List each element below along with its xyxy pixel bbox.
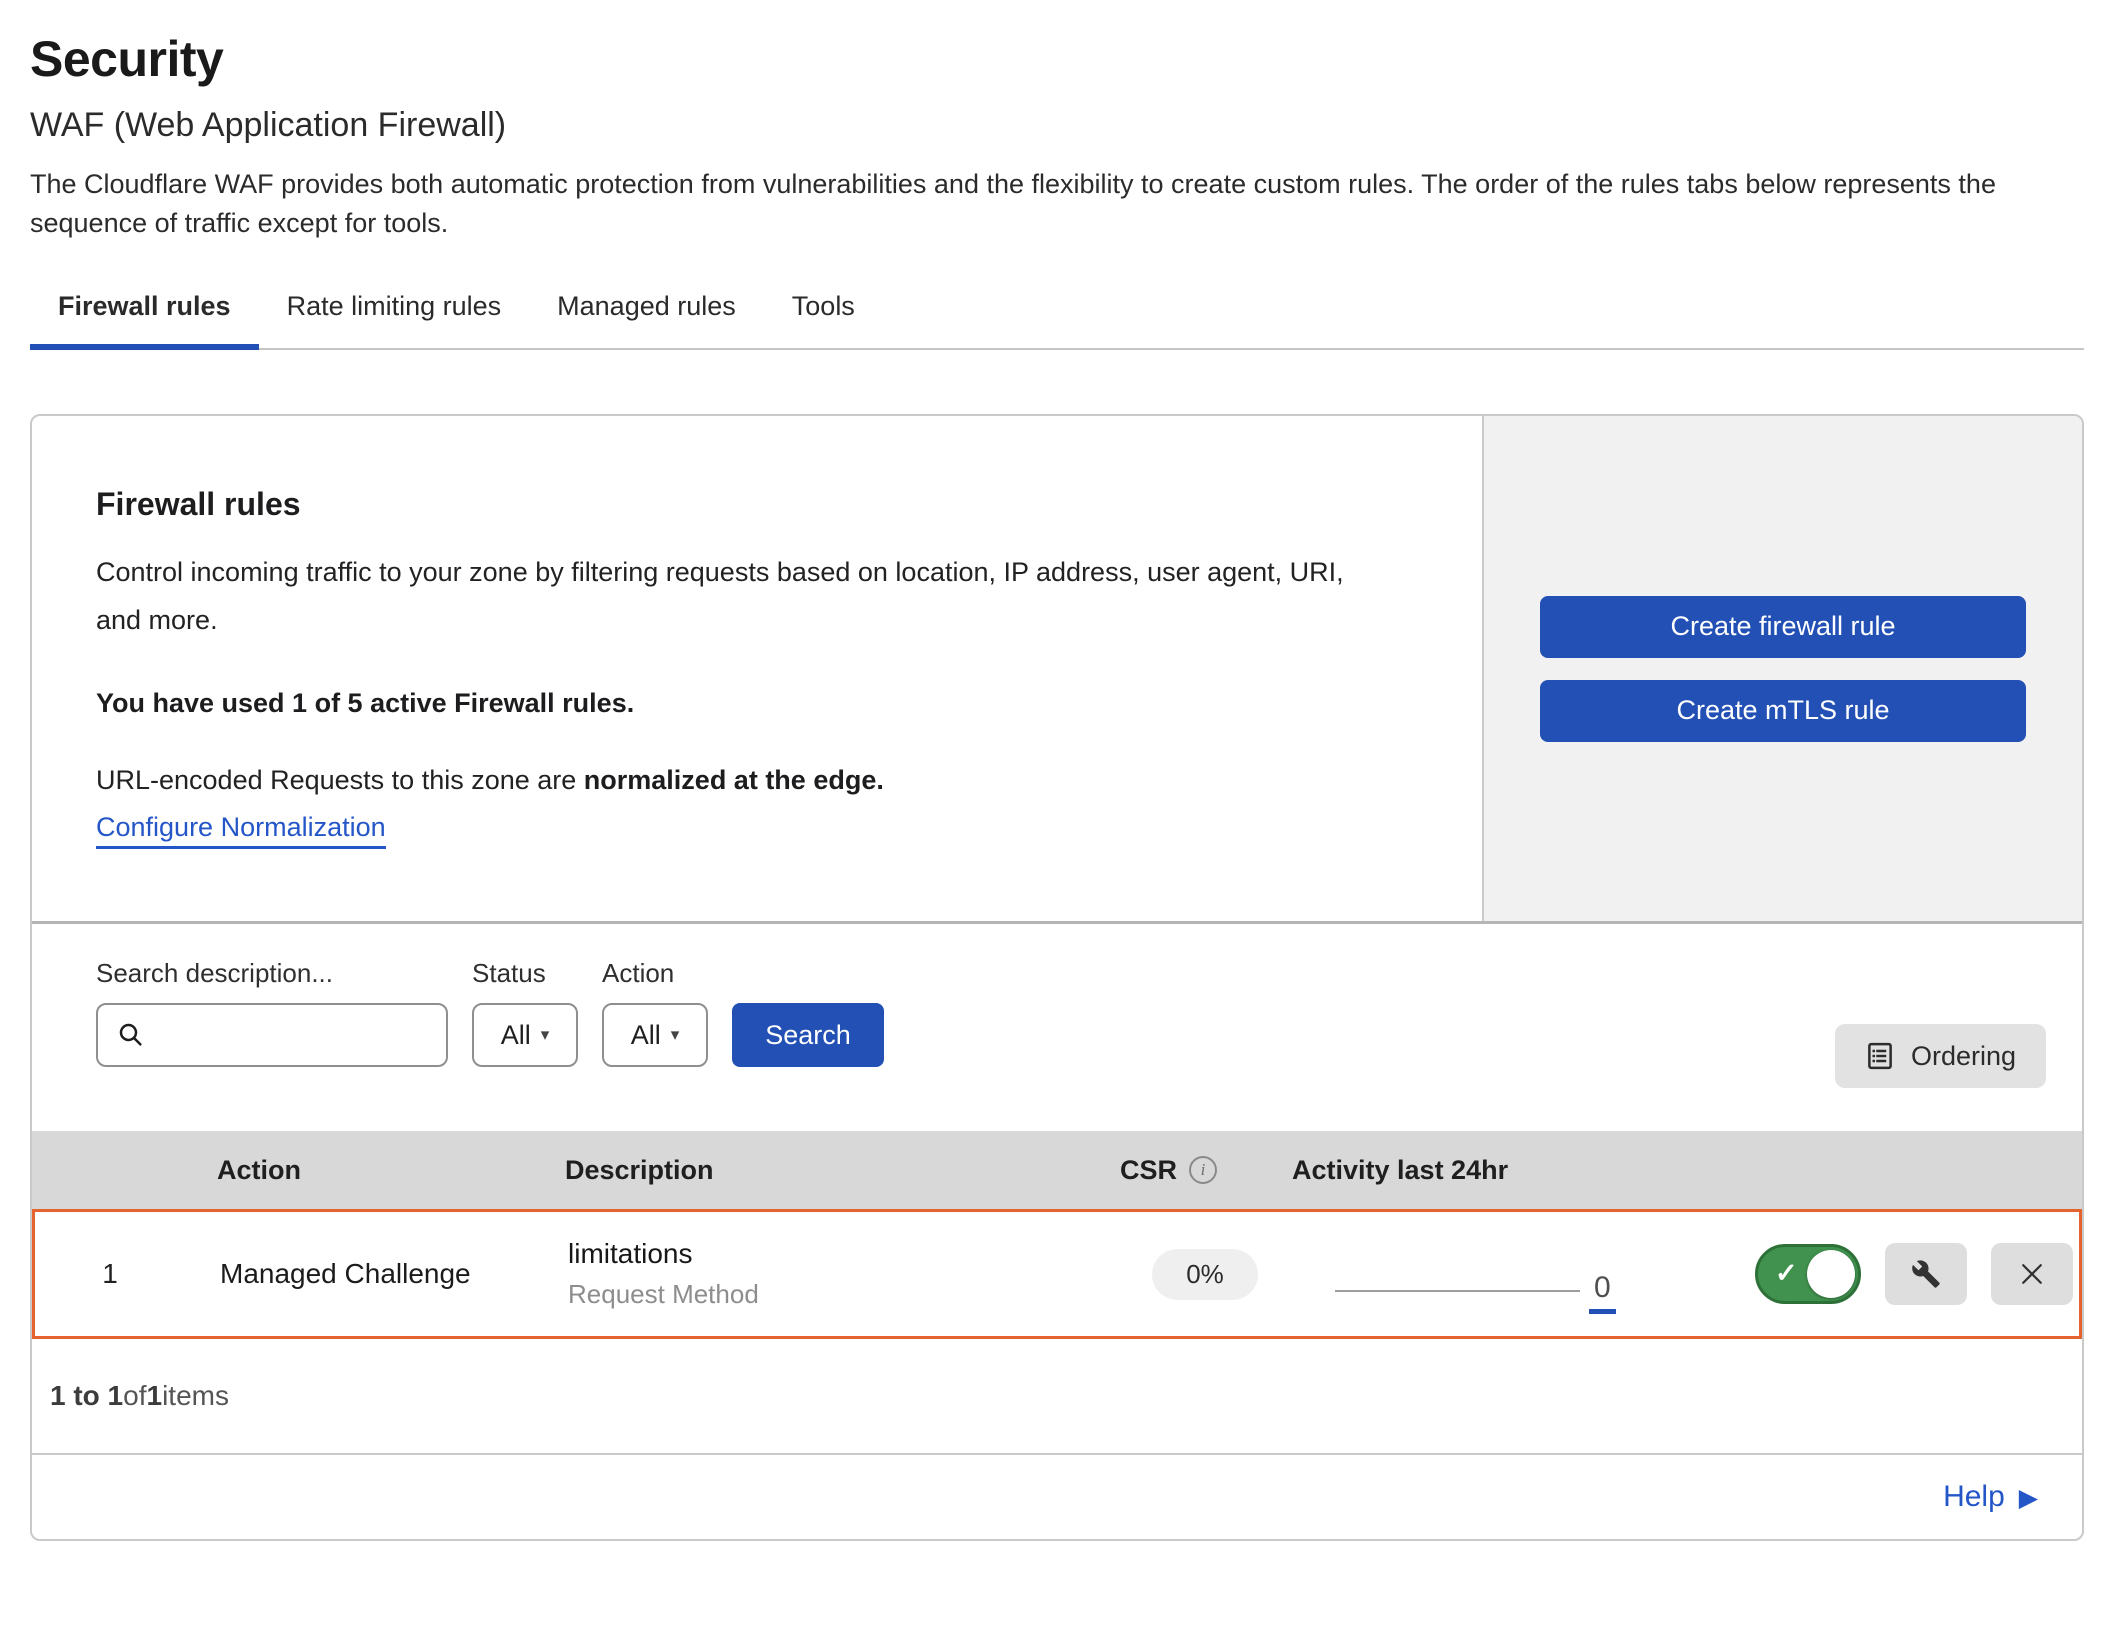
- search-input[interactable]: [156, 1005, 436, 1065]
- firewall-rules-card: Firewall rules Control incoming traffic …: [30, 414, 2084, 1541]
- action-select-value: All: [631, 1020, 661, 1051]
- pagination-summary: 1 to 1 of 1 items: [32, 1339, 2082, 1455]
- action-label: Action: [602, 958, 708, 989]
- rule-description-cell: limitations Request Method: [535, 1238, 1115, 1310]
- normalization-prefix: URL-encoded Requests to this zone are: [96, 765, 584, 795]
- tab-firewall-rules[interactable]: Firewall rules: [30, 291, 259, 348]
- help-label: Help: [1943, 1480, 2005, 1514]
- csr-column-header: CSR i: [1112, 1155, 1292, 1186]
- search-icon: [116, 1020, 146, 1050]
- items-range: 1 to 1: [50, 1380, 123, 1412]
- normalization-bold: normalized at the edge.: [584, 765, 884, 795]
- firewall-rules-info: Firewall rules Control incoming traffic …: [32, 416, 1482, 921]
- table-header: Action Description CSR i Activity last 2…: [32, 1131, 2082, 1209]
- status-select[interactable]: All ▾: [472, 1003, 578, 1067]
- close-icon: [2017, 1259, 2047, 1289]
- tab-rate-limiting-rules[interactable]: Rate limiting rules: [259, 291, 530, 348]
- rule-expression-summary: Request Method: [568, 1279, 1115, 1310]
- action-filter-group: Action All ▾: [602, 958, 708, 1067]
- action-select[interactable]: All ▾: [602, 1003, 708, 1067]
- help-arrow-icon: ▶: [2019, 1483, 2038, 1513]
- toggle-knob: [1807, 1250, 1855, 1298]
- search-filter-group: Search description...: [96, 958, 448, 1067]
- rules-tabbar: Firewall rules Rate limiting rules Manag…: [30, 291, 2084, 350]
- chevron-down-icon: ▾: [541, 1025, 550, 1045]
- ordering-button[interactable]: Ordering: [1835, 1024, 2046, 1088]
- activity-column-header: Activity last 24hr: [1292, 1155, 1752, 1186]
- panel-description: Control incoming traffic to your zone by…: [96, 549, 1356, 644]
- description-column-header: Description: [532, 1155, 1112, 1186]
- page-title: Security: [30, 30, 2084, 88]
- create-mtls-rule-button[interactable]: Create mTLS rule: [1540, 680, 2026, 742]
- status-label: Status: [472, 958, 578, 989]
- help-row: Help ▶: [32, 1455, 2082, 1539]
- delete-rule-button[interactable]: [1991, 1243, 2073, 1305]
- edit-rule-button[interactable]: [1885, 1243, 1967, 1305]
- security-waf-page: Security WAF (Web Application Firewall) …: [0, 0, 2114, 1541]
- rule-description: limitations: [568, 1238, 1115, 1270]
- csr-badge: 0%: [1152, 1249, 1258, 1300]
- help-link[interactable]: Help ▶: [1943, 1480, 2038, 1514]
- panel-heading: Firewall rules: [96, 486, 1422, 523]
- rule-csr-cell: 0%: [1115, 1249, 1295, 1300]
- activity-sparkline: [1335, 1290, 1580, 1292]
- filters-row: Search description... Status All ▾: [96, 958, 2046, 1067]
- rule-priority: 1: [35, 1258, 185, 1290]
- card-top-section: Firewall rules Control incoming traffic …: [32, 416, 2082, 924]
- items-of: of: [123, 1380, 146, 1412]
- status-select-value: All: [501, 1020, 531, 1051]
- items-total: 1: [147, 1380, 163, 1412]
- csr-header-label: CSR: [1120, 1155, 1177, 1186]
- ordering-button-label: Ordering: [1911, 1041, 2016, 1072]
- wrench-icon: [1911, 1259, 1941, 1289]
- status-filter-group: Status All ▾: [472, 958, 578, 1067]
- table-row[interactable]: 1 Managed Challenge limitations Request …: [32, 1209, 2082, 1339]
- rule-action: Managed Challenge: [185, 1258, 535, 1290]
- info-icon[interactable]: i: [1189, 1156, 1217, 1184]
- search-input-wrap: [96, 1003, 448, 1067]
- chevron-down-icon: ▾: [671, 1025, 680, 1045]
- rule-activity-cell: 0: [1295, 1212, 1755, 1336]
- create-firewall-rule-button[interactable]: Create firewall rule: [1540, 596, 2026, 658]
- rule-enabled-toggle[interactable]: ✓: [1755, 1244, 1861, 1304]
- tab-managed-rules[interactable]: Managed rules: [529, 291, 764, 348]
- tab-tools[interactable]: Tools: [764, 291, 883, 348]
- filters-bar: Search description... Status All ▾: [32, 924, 2082, 1131]
- action-column-header: Action: [182, 1155, 532, 1186]
- actions-panel: Create firewall rule Create mTLS rule: [1482, 416, 2082, 921]
- items-word: items: [162, 1380, 229, 1412]
- page-description: The Cloudflare WAF provides both automat…: [30, 165, 2080, 243]
- search-button[interactable]: Search: [732, 1003, 884, 1067]
- check-icon: ✓: [1775, 1258, 1798, 1289]
- activity-count-link[interactable]: 0: [1589, 1271, 1616, 1314]
- usage-text: You have used 1 of 5 active Firewall rul…: [96, 688, 1422, 719]
- normalization-text: URL-encoded Requests to this zone are no…: [96, 765, 1422, 796]
- rule-controls: ✓: [1755, 1243, 2084, 1305]
- page-subtitle: WAF (Web Application Firewall): [30, 106, 2084, 145]
- search-label: Search description...: [96, 958, 448, 989]
- ordering-icon: [1865, 1041, 1895, 1071]
- configure-normalization-link[interactable]: Configure Normalization: [96, 812, 386, 849]
